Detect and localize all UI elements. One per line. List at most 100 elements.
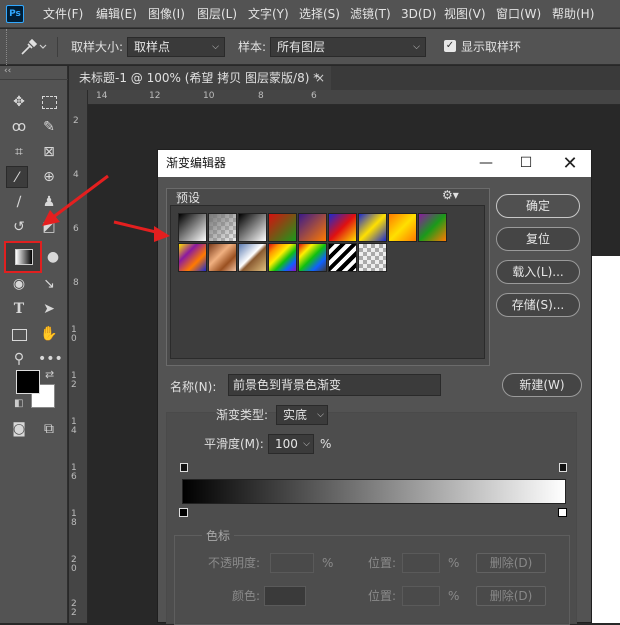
stamp-icon[interactable]: ♟ xyxy=(38,191,60,213)
collapse-icon[interactable]: ‹‹ xyxy=(4,66,11,76)
more-icon[interactable]: ••• xyxy=(38,348,63,370)
preset-swatch-blue-yellow-blue[interactable] xyxy=(358,213,387,242)
lasso-icon[interactable]: ꝏ xyxy=(8,116,30,138)
dialog-title-bar[interactable]: 渐变编辑器 — ☐ ✕ xyxy=(158,150,591,177)
opacity-stop-right[interactable] xyxy=(559,463,567,472)
menu-edit[interactable]: 编辑(E) xyxy=(96,0,137,28)
name-input[interactable]: 前景色到背景色渐变 xyxy=(228,374,441,396)
default-colors-icon[interactable]: ◧ xyxy=(14,398,23,409)
zoom-icon[interactable]: ⚲ xyxy=(8,348,30,370)
preset-swatch-spectrum[interactable] xyxy=(268,243,297,272)
eraser-icon[interactable]: ◩ xyxy=(38,216,60,238)
chevron-down-icon: ⌵ xyxy=(413,42,420,52)
menu-type[interactable]: 文字(Y) xyxy=(248,0,289,28)
maximize-icon[interactable]: ☐ xyxy=(512,150,540,177)
blur-icon[interactable]: ● xyxy=(42,246,64,268)
delete-color-stop-button[interactable]: 删除(D) xyxy=(476,586,546,606)
smoothness-input[interactable]: 100 ⌵ xyxy=(268,434,314,454)
tool-preset-picker[interactable] xyxy=(18,36,48,58)
document-canvas[interactable] xyxy=(588,256,620,623)
hand-icon[interactable]: ✋ xyxy=(38,323,60,345)
gradient-type-select[interactable]: 实底 ⌵ xyxy=(276,405,328,425)
path-select-icon[interactable]: ➤ xyxy=(38,298,60,320)
preset-swatch-copper[interactable] xyxy=(208,243,237,272)
menu-image[interactable]: 图像(I) xyxy=(148,0,185,28)
ruler-tick: 1 6 xyxy=(71,463,77,482)
dialog-title: 渐变编辑器 xyxy=(166,156,227,170)
preset-swatch-orange-yellow-orange[interactable] xyxy=(388,213,417,242)
preset-swatch-violet-green-orange[interactable] xyxy=(418,213,447,242)
location-input[interactable] xyxy=(402,553,440,573)
minimize-icon[interactable]: — xyxy=(472,150,500,177)
preset-swatch-transparent-checker[interactable] xyxy=(358,243,387,272)
load-button[interactable]: 载入(L)... xyxy=(496,260,580,284)
sample-select[interactable]: 所有图层 ⌵ xyxy=(270,37,426,57)
color-stop-left[interactable] xyxy=(179,508,188,517)
preset-swatch-black-white[interactable] xyxy=(238,213,267,242)
preset-swatch-transparent-rainbow[interactable] xyxy=(298,243,327,272)
preset-swatch-fg-to-bg[interactable] xyxy=(178,213,207,242)
opacity-unit: % xyxy=(322,556,334,570)
preset-swatch-area xyxy=(170,205,485,359)
menu-layer[interactable]: 图层(L) xyxy=(197,0,237,28)
move-icon[interactable]: ✥ xyxy=(8,91,30,113)
ruler-tick: 10 xyxy=(203,91,215,101)
menu-help[interactable]: 帮助(H) xyxy=(552,0,594,28)
preset-swatch-red-green[interactable] xyxy=(268,213,297,242)
close-tab-icon[interactable]: × xyxy=(315,66,325,90)
brush-icon[interactable]: ∕ xyxy=(8,191,30,213)
ruler-tick: 6 xyxy=(311,91,317,101)
delete-opacity-stop-button[interactable]: 删除(D) xyxy=(476,553,546,573)
opacity-input[interactable] xyxy=(270,553,314,573)
show-ring-checkbox[interactable]: ✓ xyxy=(444,40,456,52)
quick-select-icon[interactable]: ✎ xyxy=(38,116,60,138)
screen-mode-icon[interactable]: ⧉ xyxy=(38,418,60,440)
menu-file[interactable]: 文件(F) xyxy=(43,0,83,28)
reset-button[interactable]: 复位 xyxy=(496,227,580,251)
menu-window[interactable]: 窗口(W) xyxy=(496,0,541,28)
preset-swatch-yellow-violet-orange-blue[interactable] xyxy=(178,243,207,272)
new-button[interactable]: 新建(W) xyxy=(502,373,582,397)
color-stop-right[interactable] xyxy=(558,508,567,517)
document-tab[interactable]: 未标题-1 @ 100% (希望 拷贝 图层蒙版/8) * × xyxy=(69,66,331,90)
ruler-tick: 1 8 xyxy=(71,509,77,528)
preset-swatch-chrome[interactable] xyxy=(238,243,267,272)
opacity-stop-left[interactable] xyxy=(180,463,188,472)
menu-select[interactable]: 选择(S) xyxy=(299,0,340,28)
foreground-color-swatch[interactable] xyxy=(16,370,40,394)
quick-mask-icon[interactable]: ◙ xyxy=(8,418,30,440)
eyedropper-icon[interactable]: ⁄ xyxy=(6,166,28,188)
menu-bar: Ps 文件(F) 编辑(E) 图像(I) 图层(L) 文字(Y) 选择(S) 滤… xyxy=(0,0,620,28)
menu-view[interactable]: 视图(V) xyxy=(444,0,486,28)
preset-swatch-violet-orange[interactable] xyxy=(298,213,327,242)
healing-icon[interactable]: ⊕ xyxy=(38,166,60,188)
frame-icon[interactable]: ⊠ xyxy=(38,141,60,163)
preset-swatch-transparent-stripes[interactable] xyxy=(328,243,357,272)
marquee-icon[interactable] xyxy=(38,91,60,113)
location-input[interactable] xyxy=(402,586,440,606)
swap-colors-icon[interactable]: ⇄ xyxy=(45,368,54,381)
gear-icon[interactable]: ⚙▾ xyxy=(442,188,459,202)
preset-swatch-blue-red-yellow[interactable] xyxy=(328,213,357,242)
history-brush-icon[interactable]: ↺ xyxy=(8,216,30,238)
chevron-down-icon: ⌵ xyxy=(317,410,324,420)
gradient-tool-button[interactable] xyxy=(4,241,42,273)
type-icon[interactable]: T xyxy=(8,298,30,320)
dodge-icon[interactable]: ◉ xyxy=(8,273,30,295)
color-swatch[interactable] xyxy=(264,586,306,606)
sample-size-select[interactable]: 取样点 ⌵ xyxy=(127,37,225,57)
ruler-tick: 8 xyxy=(73,278,79,288)
pen-icon[interactable]: ↘ xyxy=(38,273,60,295)
save-button[interactable]: 存储(S)... xyxy=(496,293,580,317)
close-icon[interactable]: ✕ xyxy=(556,150,584,177)
preset-swatch-fg-to-transparent[interactable] xyxy=(208,213,237,242)
ok-button[interactable]: 确定 xyxy=(496,194,580,218)
crop-icon[interactable]: ⌗ xyxy=(8,141,30,163)
menu-3d[interactable]: 3D(D) xyxy=(401,0,436,28)
menu-filter[interactable]: 滤镜(T) xyxy=(350,0,391,28)
chevron-down-icon: ⌵ xyxy=(303,439,310,449)
gradient-preview-bar[interactable] xyxy=(182,479,566,504)
options-grip[interactable] xyxy=(6,29,10,65)
rectangle-icon[interactable] xyxy=(8,323,30,345)
show-ring-label: 显示取样环 xyxy=(461,40,522,54)
